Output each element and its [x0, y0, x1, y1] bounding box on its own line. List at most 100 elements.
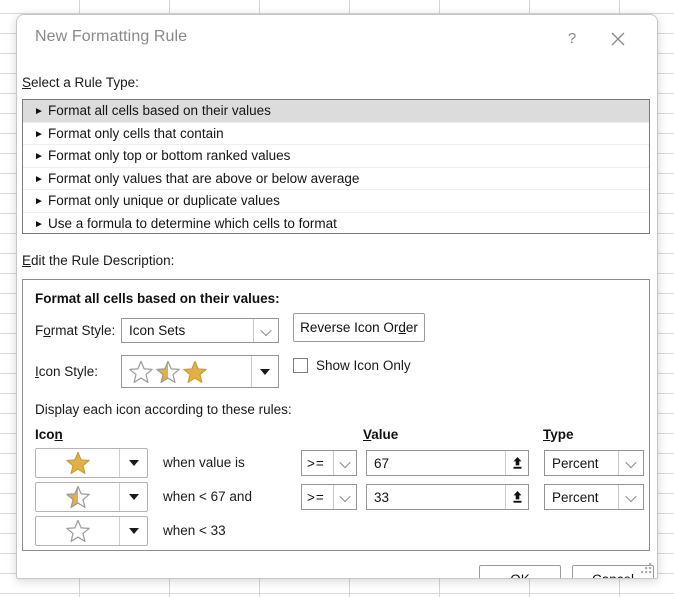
- close-icon[interactable]: [603, 27, 633, 51]
- rule-type-item-5[interactable]: ► Use a formula to determine which cells …: [23, 213, 649, 234]
- dialog-body: Select a Rule Type: ► Format all cells ba…: [17, 61, 657, 578]
- column-header-value: Value: [363, 427, 398, 442]
- chevron-down-icon: [333, 485, 356, 509]
- when-text-row-2: when < 33: [163, 523, 226, 538]
- rule-type-item-4-label: Format only unique or duplicate values: [48, 193, 280, 208]
- bullet-icon: ►: [34, 151, 44, 162]
- icon-rule-row: when < 33: [23, 516, 649, 546]
- bullet-icon: ►: [34, 106, 44, 117]
- format-style-combobox[interactable]: Icon Sets: [121, 318, 279, 343]
- bullet-icon: ►: [34, 218, 44, 230]
- reverse-icon-order-label-2: er: [405, 320, 418, 335]
- new-formatting-rule-dialog: New Formatting Rule ? Select a Rule Type…: [16, 14, 658, 579]
- operator-combobox-row-0[interactable]: >=: [301, 450, 357, 476]
- icon-picker-row-2[interactable]: [35, 516, 148, 546]
- select-rule-type-text: elect a Rule Type:: [31, 75, 139, 90]
- edit-rule-description-text: dit the Rule Description:: [31, 253, 175, 268]
- reverse-icon-order-button[interactable]: Reverse Icon Or d er: [293, 313, 425, 342]
- rule-type-item-3-label: Format only values that are above or bel…: [48, 170, 360, 186]
- help-icon[interactable]: ?: [557, 27, 587, 51]
- value-text-row-0: 67: [374, 455, 390, 471]
- checkbox-box[interactable]: [293, 358, 308, 373]
- edit-rule-description-label: Edit the Rule Description:: [22, 253, 174, 268]
- format-style-label: Format Style:: [35, 323, 115, 338]
- column-header-type: Type: [543, 427, 574, 442]
- reverse-icon-order-accel: d: [398, 320, 406, 335]
- star-full-icon: [183, 360, 207, 383]
- operator-value-row-1: >=: [307, 489, 325, 505]
- icon-picker-arrow-row-1[interactable]: [119, 483, 147, 511]
- type-combobox-row-1[interactable]: Percent: [544, 484, 644, 510]
- format-style-label-a: F: [35, 323, 44, 338]
- value-input-row-1[interactable]: 33: [366, 484, 529, 510]
- show-icon-only-label-2: con Only: [357, 358, 411, 373]
- icon-style-picker[interactable]: [121, 355, 279, 388]
- column-header-icon-a: Ico: [35, 427, 55, 442]
- icon-picker-row-0[interactable]: [35, 448, 148, 478]
- rule-type-listbox[interactable]: ► Format all cells based on their values …: [22, 99, 650, 234]
- chevron-down-icon: [618, 451, 643, 475]
- rule-type-item-1-label: Format only cells that contain: [48, 125, 224, 141]
- value-input-row-0[interactable]: 67: [366, 450, 529, 476]
- star-half-icon: [156, 360, 180, 383]
- rule-description-panel: Format all cells based on their values: …: [22, 279, 650, 551]
- bullet-icon: ►: [34, 196, 44, 207]
- rule-type-item-3[interactable]: ► Format only values that are above or be…: [23, 168, 649, 190]
- ok-button[interactable]: OK: [479, 565, 561, 578]
- icon-style-label-b: c: [38, 364, 46, 379]
- type-value-row-0: Percent: [552, 455, 599, 471]
- chevron-down-icon: [333, 451, 356, 475]
- when-text-row-1: when < 67 and: [163, 489, 252, 504]
- icon-picker-arrow-row-0[interactable]: [119, 449, 147, 477]
- resize-grip-icon[interactable]: [640, 562, 653, 575]
- rule-type-item-2[interactable]: ► Format only top or bottom ranked values: [23, 145, 649, 168]
- edit-rule-description-accel: E: [22, 253, 32, 268]
- format-style-accel: o: [43, 323, 51, 338]
- chevron-down-icon: [253, 319, 278, 342]
- operator-combobox-row-1[interactable]: >=: [301, 484, 357, 510]
- show-icon-only-checkbox[interactable]: Show Icon Only: [293, 358, 411, 373]
- value-text-row-1: 33: [374, 489, 390, 505]
- rule-type-item-1[interactable]: ► Format only cells that contain: [23, 123, 649, 145]
- format-style-value: Icon Sets: [129, 323, 186, 338]
- operator-value-row-0: >=: [307, 455, 325, 471]
- rule-description-heading: Format all cells based on their values:: [35, 291, 280, 306]
- collapse-dialog-icon-row-0[interactable]: [505, 451, 528, 475]
- show-icon-only-label-1: Show: [316, 358, 354, 373]
- dialog-title: New Formatting Rule: [35, 28, 188, 45]
- display-rules-caption: Display each icon according to these rul…: [35, 402, 292, 417]
- icon-slot-row-2: [36, 518, 119, 544]
- select-rule-type-accel: S: [22, 75, 32, 90]
- column-header-value-rest: alue: [371, 427, 399, 442]
- star-empty-icon: [65, 519, 90, 542]
- star-empty-icon: [129, 360, 153, 383]
- icon-style-dropdown-arrow[interactable]: [251, 356, 278, 387]
- icon-style-label: Icon Style:: [35, 364, 98, 379]
- rule-type-item-0[interactable]: ► Format all cells based on their values: [23, 100, 649, 123]
- type-combobox-row-0[interactable]: Percent: [544, 450, 644, 476]
- collapse-dialog-icon-row-1[interactable]: [505, 485, 528, 509]
- bullet-icon: ►: [34, 173, 44, 185]
- icon-picker-arrow-row-2[interactable]: [119, 517, 147, 545]
- icon-rule-row: when value is >= 67 Percent: [23, 448, 649, 478]
- rule-type-item-4[interactable]: ► Format only unique or duplicate values: [23, 190, 649, 213]
- rule-type-item-5-label: Use a formula to determine which cells t…: [48, 215, 337, 231]
- star-half-icon: [65, 485, 90, 508]
- column-header-type-rest: ype: [550, 427, 574, 442]
- select-rule-type-label: Select a Rule Type:: [22, 75, 139, 90]
- show-icon-only-label: Show Icon Only: [316, 358, 411, 373]
- format-style-label-c: rmat Style:: [50, 323, 116, 338]
- dialog-title-bar: New Formatting Rule ?: [17, 15, 657, 61]
- icon-style-preview: [122, 359, 251, 385]
- reverse-icon-order-label-1: Reverse Icon Or: [300, 320, 399, 335]
- icon-picker-row-1[interactable]: [35, 482, 148, 512]
- icon-slot-row-1: [36, 484, 119, 510]
- when-text-row-0: when value is: [163, 455, 245, 470]
- type-value-row-1: Percent: [552, 489, 599, 505]
- column-header-icon-accel: n: [54, 427, 63, 442]
- column-header-icon: Icon: [35, 427, 63, 442]
- chevron-down-icon: [618, 485, 643, 509]
- rule-type-item-2-label: Format only top or bottom ranked values: [48, 148, 291, 163]
- icon-rule-row: when < 67 and >= 33 Percent: [23, 482, 649, 512]
- rule-type-item-0-label: Format all cells based on their values: [48, 103, 271, 118]
